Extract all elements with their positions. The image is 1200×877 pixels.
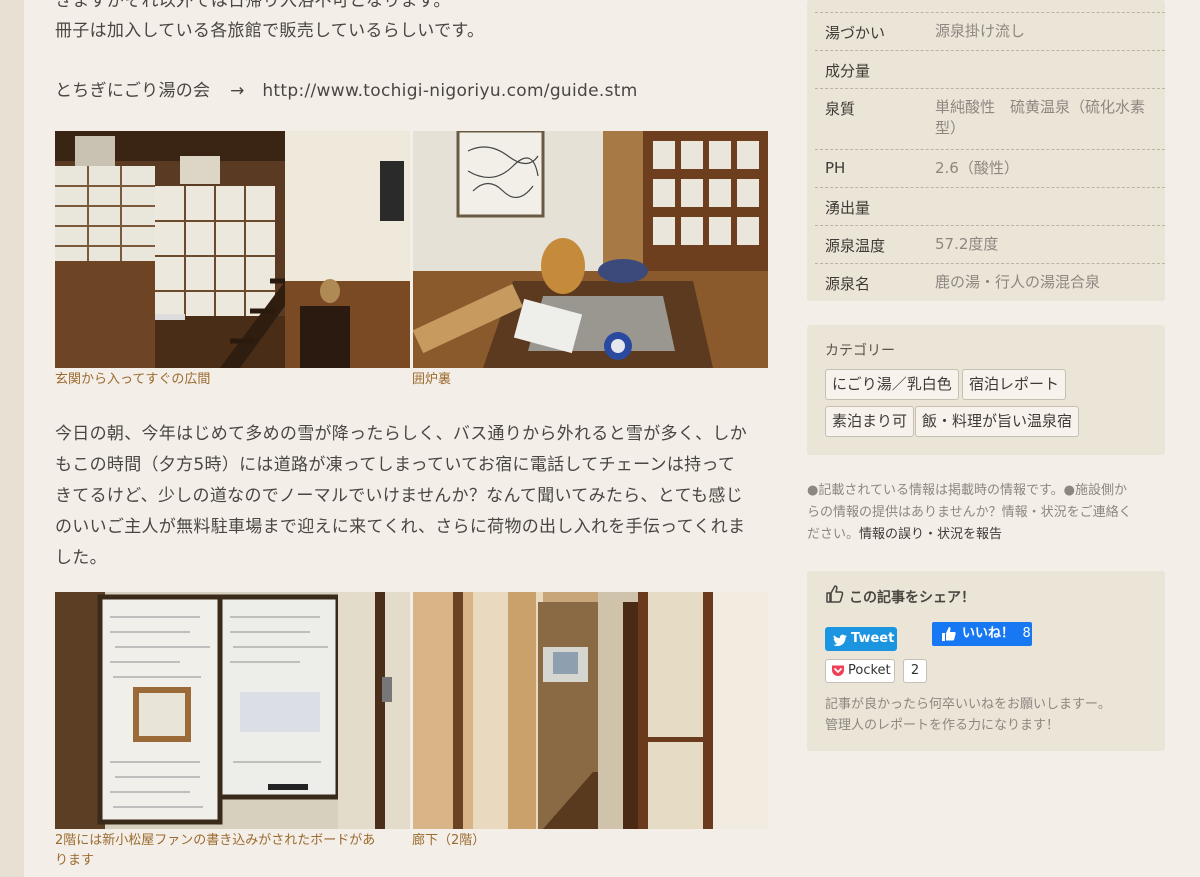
category-box: カテゴリー にごり湯／乳白色 宿泊レポート 素泊まり可 飯・料理が旨い温泉宿 xyxy=(807,325,1165,455)
share-note-line: 管理人のレポートを作る力になります！ xyxy=(825,718,1060,733)
info-row: 成分量 xyxy=(815,50,1165,88)
twitter-bird-icon xyxy=(833,632,847,656)
notice-text: ださい。 xyxy=(807,527,860,542)
like-count: 8 xyxy=(1022,626,1031,641)
info-key: 源泉温度 xyxy=(825,237,886,255)
entrance-staircase-photo[interactable] xyxy=(55,131,410,368)
photo-caption: 廊下（2階） xyxy=(412,833,486,848)
info-key: 湧出量 xyxy=(825,199,871,217)
info-row: 泉質 単純酸性 硫黄温泉（硫化水素型） xyxy=(815,88,1165,149)
tweet-button[interactable]: Tweet xyxy=(825,627,897,651)
association-name: とちぎにごり湯の会 xyxy=(55,81,211,101)
info-value: 鹿の湯・行人の湯混合泉 xyxy=(935,273,1101,291)
info-value: 単純酸性 硫黄温泉（硫化水素型） xyxy=(935,98,1146,137)
notice-line: ださい。情報の誤り・状況を報告 xyxy=(807,524,1165,546)
info-key: 成分量 xyxy=(825,62,871,80)
info-key: 泉質 xyxy=(825,100,856,118)
paragraph-line: きてるけど、少しの道なのでノーマルでいけませんか？なんて聞いてみたら、とても感じ xyxy=(55,486,743,506)
info-value: 2.6（酸性） xyxy=(935,159,1019,177)
info-row: 湧出量 xyxy=(815,187,1165,225)
info-key: PH xyxy=(825,159,846,177)
info-notice: ●記載されている情報は掲載時の情報です。●施設側か らの情報の提供はありませんか… xyxy=(807,480,1165,546)
category-title: カテゴリー xyxy=(825,343,895,359)
category-tag[interactable]: 宿泊レポート xyxy=(962,369,1067,400)
share-title: この記事をシェア！ xyxy=(849,590,975,606)
share-note: 記事が良かったら何卒いいねをお願いしますー。 管理人のレポートを作る力になります… xyxy=(825,694,1111,736)
like-thumb-icon xyxy=(941,626,957,651)
facebook-like-button[interactable]: いいね！ 8 xyxy=(932,622,1032,646)
pocket-button[interactable]: Pocket xyxy=(825,659,895,683)
notice-line: らの情報の提供はありませんか？情報・状況をご連絡く xyxy=(807,505,1132,520)
share-note-line: 記事が良かったら何卒いいねをお願いしますー。 xyxy=(825,697,1111,712)
category-tag[interactable]: にごり湯／乳白色 xyxy=(825,369,959,400)
paragraph-line: 今日の朝、今年はじめて多めの雪が降ったらしく、バス通りから外れると雪が多く、しか xyxy=(55,424,747,444)
paragraph-line: のいいご主人が無料駐車場まで迎えに来てくれ、さらに荷物の出し入れを手伝ってくれま xyxy=(55,517,746,537)
arrow-icon: → xyxy=(230,81,245,101)
info-row: PH 2.6（酸性） xyxy=(815,149,1165,187)
article-paragraph: 今日の朝、今年はじめて多めの雪が降ったらしく、バス通りから外れると雪が多く、しか… xyxy=(55,419,775,574)
info-row: 源泉温度 57.2度度 xyxy=(815,225,1165,263)
info-value: 源泉掛け流し xyxy=(935,22,1026,40)
message-board-photo[interactable] xyxy=(55,592,410,829)
info-key: 湯づかい xyxy=(825,24,886,42)
info-key: 源泉名 xyxy=(825,275,871,293)
photo-row xyxy=(55,131,768,368)
info-row: 湯づかい 源泉掛け流し xyxy=(815,12,1165,50)
like-label: いいね！ xyxy=(962,626,1015,641)
share-box: この記事をシェア！ Tweet いいね！ 8 Pocket 2 記事が良かったら… xyxy=(807,571,1165,751)
paragraph-line: もこの時間（夕方5時）には道路が凍ってしまっていてお宿に電話してチェーンは持って xyxy=(55,455,736,475)
paragraph-line: した。 xyxy=(55,548,107,568)
association-link-line: とちぎにごり湯の会 → http://www.tochigi-nigoriyu.… xyxy=(55,76,775,107)
category-tag[interactable]: 素泊まり可 xyxy=(825,406,915,437)
category-tag[interactable]: 飯・料理が旨い温泉宿 xyxy=(915,406,1080,437)
info-value: 57.2度度 xyxy=(935,235,999,253)
caption-line: ります xyxy=(55,853,95,868)
pocket-label: Pocket xyxy=(848,663,891,678)
photo-caption: 玄関から入ってすぐの広間 xyxy=(55,372,211,387)
pocket-icon xyxy=(831,664,845,686)
photo-row xyxy=(55,592,768,829)
tweet-label: Tweet xyxy=(851,631,895,646)
article-text-line: きますがそれ以外では日帰り入浴不可となります。 xyxy=(55,0,451,11)
thumbs-up-icon xyxy=(825,584,845,608)
irori-hearth-photo[interactable] xyxy=(413,131,768,368)
association-url-link[interactable]: http://www.tochigi-nigoriyu.com/guide.st… xyxy=(262,81,637,101)
info-row: 源泉名 鹿の湯・行人の湯混合泉 xyxy=(815,263,1165,301)
hallway-photo[interactable] xyxy=(413,592,768,829)
article-text-line: 冊子は加入している各旅館で販売しているらしいです。 xyxy=(55,21,485,41)
photo-caption: 囲炉裏 xyxy=(412,372,452,387)
notice-line: ●記載されている情報は掲載時の情報です。●施設側か xyxy=(807,483,1127,498)
spring-info-table: 湯づかい 源泉掛け流し 成分量 泉質 単純酸性 硫黄温泉（硫化水素型） PH 2… xyxy=(807,0,1165,301)
report-error-link[interactable]: 情報の誤り・状況を報告 xyxy=(859,527,1002,542)
pocket-count: 2 xyxy=(903,659,927,683)
